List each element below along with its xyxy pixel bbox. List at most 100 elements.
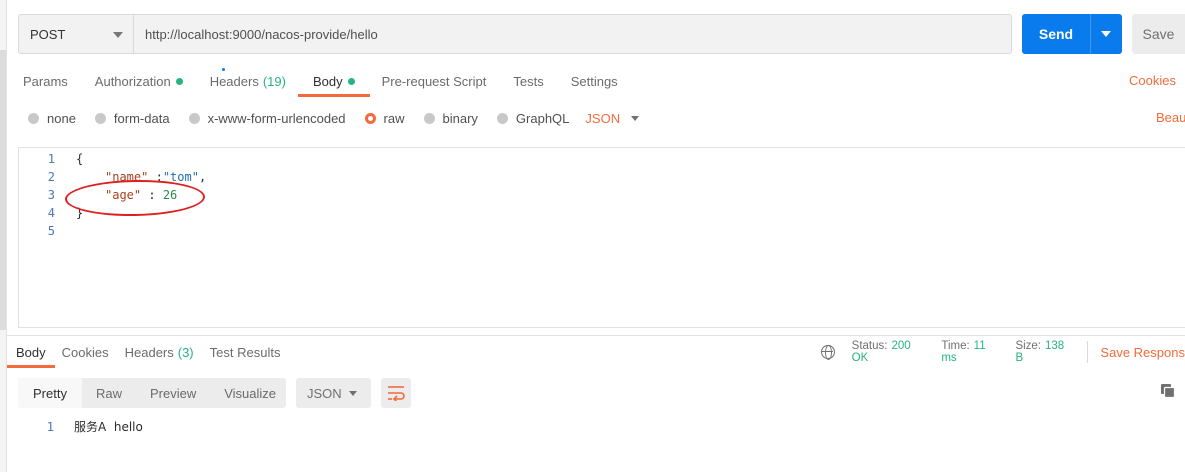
beautify-link[interactable]: Beau — [1156, 110, 1185, 125]
radio-circle-icon — [496, 112, 508, 124]
radio-circle-icon — [28, 112, 39, 124]
response-view-mode-group: Pretty Raw Preview Visualize — [18, 378, 286, 408]
radio-label: raw — [383, 110, 405, 126]
copy-icon[interactable] — [1160, 383, 1176, 399]
chevron-down-icon — [349, 391, 357, 396]
save-label: Save — [1142, 26, 1175, 42]
tab-authorization[interactable]: Authorization — [95, 66, 183, 96]
view-mode-visualize[interactable]: Visualize — [210, 378, 290, 408]
tab-headers[interactable]: Headers (19) — [210, 66, 286, 96]
view-mode-label: Preview — [149, 385, 197, 401]
globe-icon[interactable] — [821, 345, 835, 360]
save-button[interactable]: Save — [1132, 14, 1185, 54]
tab-label: Pre-request Script — [381, 73, 487, 89]
time-stat[interactable]: Time: 11 ms — [941, 340, 1002, 364]
response-format-select[interactable]: JSON — [296, 378, 371, 408]
method-select[interactable]: POST — [18, 14, 134, 54]
tab-label: Settings — [570, 73, 618, 89]
radio-none[interactable]: none — [28, 111, 76, 126]
tab-label: Body — [16, 344, 46, 360]
radio-selected-icon — [364, 112, 376, 124]
body-type-radio-group: none form-data x-www-form-urlencoded raw… — [28, 109, 640, 127]
view-mode-preview[interactable]: Preview — [136, 378, 210, 408]
view-mode-raw[interactable]: Raw — [82, 378, 136, 408]
wrap-lines-button[interactable] — [381, 378, 411, 408]
view-mode-pretty[interactable]: Pretty — [18, 378, 82, 408]
tab-response-cookies[interactable]: Cookies — [62, 337, 109, 367]
response-divider — [7, 335, 1185, 336]
body-language-select[interactable]: JSON — [585, 110, 640, 126]
tab-count: (19) — [262, 73, 286, 89]
tab-count: (3) — [177, 344, 194, 360]
tab-settings[interactable]: Settings — [571, 66, 618, 96]
changed-indicator-icon — [221, 68, 225, 71]
request-url-bar: POST http://localhost:9000/nacos-provide… — [18, 14, 1185, 54]
save-response-button[interactable]: Save Respons — [1100, 345, 1185, 360]
stat-label: Time: — [941, 340, 970, 352]
radio-form-data[interactable]: form-data — [94, 110, 170, 126]
line-number: 3 — [47, 188, 55, 202]
view-mode-label: Pretty — [33, 385, 67, 401]
stat-label: Status: — [851, 340, 888, 352]
size-stat[interactable]: Size: 138 B — [1015, 340, 1073, 364]
scrollbar-thumb[interactable] — [0, 50, 6, 330]
tab-response-body[interactable]: Body — [7, 337, 55, 368]
line-number: 1 — [46, 420, 54, 434]
url-input[interactable]: http://localhost:9000/nacos-provide/hell… — [133, 14, 1012, 54]
radio-raw[interactable]: raw — [364, 110, 405, 126]
view-mode-label: Raw — [95, 385, 122, 401]
radio-label: binary — [442, 110, 478, 126]
stat-label: Size: — [1015, 340, 1042, 352]
tab-params[interactable]: Params — [23, 66, 68, 96]
tab-pre-request-script[interactable]: Pre-request Script — [382, 66, 487, 96]
radio-x-www-form-urlencoded[interactable]: x-www-form-urlencoded — [188, 110, 346, 126]
line-number: 2 — [47, 170, 55, 184]
tab-label: Headers — [209, 73, 259, 89]
radio-label: x-www-form-urlencoded — [207, 110, 346, 126]
tab-tests[interactable]: Tests — [513, 66, 543, 96]
tab-label: Tests — [513, 73, 544, 89]
editor-line: 1 { — [19, 150, 1185, 168]
send-label: Send — [1038, 26, 1074, 42]
wrap-lines-icon — [388, 386, 405, 401]
left-edge-scrollbar[interactable] — [0, 0, 7, 472]
response-body-viewer[interactable]: 1 服务A hello — [18, 417, 1168, 437]
cookies-link[interactable]: Cookies — [1129, 73, 1176, 88]
line-number: 4 — [47, 206, 55, 220]
tab-label: Body — [312, 73, 343, 89]
radio-graphql[interactable]: GraphQL — [496, 110, 570, 126]
response-status-bar: Status: 200 OK Time: 11 ms Size: 138 B Save… — [821, 340, 1185, 364]
status-dot-icon — [347, 77, 355, 85]
tab-body[interactable]: Body — [298, 66, 370, 97]
chevron-down-icon — [631, 115, 640, 121]
stat-divider — [1087, 341, 1089, 363]
request-body-editor[interactable]: 1 { 2 "name" :"tom", 3 "age" : 26 4 } 5 — [18, 147, 1185, 328]
radio-label: none — [47, 110, 76, 126]
method-label: POST — [30, 26, 66, 42]
tab-label: Headers — [124, 344, 174, 360]
tab-label: Params — [23, 73, 68, 89]
editor-line: 2 "name" :"tom", — [19, 168, 1185, 186]
status-dot-icon — [175, 77, 183, 85]
tab-label: Test Results — [209, 344, 281, 360]
line-number: 1 — [47, 152, 55, 166]
body-language-label: JSON — [585, 110, 621, 126]
send-divider — [1090, 14, 1091, 54]
line-number: 5 — [47, 224, 55, 238]
chevron-down-icon — [113, 32, 123, 38]
send-options-chevron-icon[interactable] — [1101, 31, 1111, 37]
tab-test-results[interactable]: Test Results — [210, 337, 281, 367]
editor-line: 5 — [19, 222, 1185, 240]
radio-label: form-data — [113, 110, 170, 126]
code-text: { — [76, 152, 84, 166]
response-tabs: Body Cookies Headers (3) Test Results — [7, 337, 296, 368]
response-format-label: JSON — [307, 385, 342, 401]
radio-label: GraphQL — [515, 110, 570, 126]
status-stat[interactable]: Status: 200 OK — [852, 340, 929, 364]
tab-response-headers[interactable]: Headers (3) — [125, 337, 194, 367]
radio-circle-icon — [94, 112, 106, 124]
tab-label: Authorization — [94, 73, 171, 89]
send-button[interactable]: Send — [1022, 14, 1122, 54]
radio-circle-icon — [188, 112, 200, 124]
radio-binary[interactable]: binary — [423, 110, 478, 126]
